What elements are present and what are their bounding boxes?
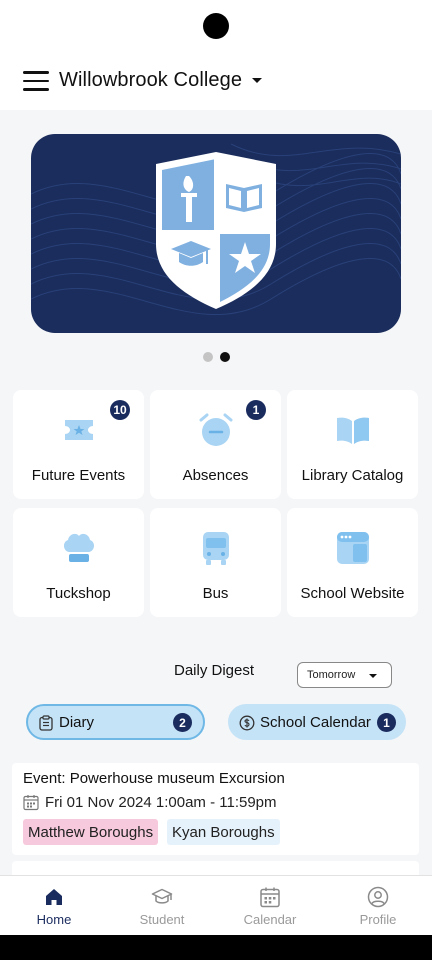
school-crest-image [31,143,401,316]
tile-bus[interactable]: Bus [150,508,281,617]
tile-label: Tuckshop [46,585,111,602]
tile-label: Absences [182,467,249,484]
nav-student[interactable]: Student [108,876,216,936]
tile-future-events[interactable]: 10 Future Events [13,390,144,499]
clipboard-icon [39,715,53,731]
tile-school-website[interactable]: School Website [287,508,418,617]
diary-label: Diary [59,714,95,731]
event-card[interactable]: Event: Powerhouse museum Excursion Fri 0… [12,763,419,855]
school-name: Willowbrook College [59,69,243,91]
tile-library-catalog[interactable]: Library Catalog [287,390,418,499]
student-tag[interactable]: Kyan Boroughs [167,819,280,845]
ticket-icon [64,420,93,440]
camera-cutout [203,13,229,39]
day-select[interactable]: Tomorrow [297,662,392,688]
events-count-badge: 10 [110,400,130,420]
hamburger-icon[interactable] [23,71,49,91]
chef-hat-icon [63,533,94,562]
app-header: Willowbrook College [0,54,432,110]
diary-count-badge: 2 [173,713,192,732]
browser-window-icon [336,532,369,564]
graduation-cap-icon [151,888,173,904]
school-calendar-label: School Calendar [260,714,371,731]
school-calendar-filter-button[interactable]: School Calendar 1 [228,704,406,740]
caret-down-icon [252,78,263,83]
school-selector[interactable]: Willowbrook College [59,69,263,92]
carousel-indicator [0,352,432,362]
tile-label: Bus [202,585,229,602]
book-icon [336,417,369,444]
user-circle-icon [367,886,389,908]
tile-label: Future Events [31,467,126,484]
day-select-value: Tomorrow [307,669,356,681]
absences-count-badge: 1 [246,400,266,420]
tile-absences[interactable]: 1 Absences [150,390,281,499]
bus-icon [202,532,229,565]
daily-digest-title: Daily Digest [174,662,255,679]
nav-label: Profile [359,912,397,927]
carousel-dot-2[interactable] [219,352,230,362]
caret-down-icon [369,674,377,678]
calendar-icon [260,887,280,908]
bottom-navigation: Home Student Calendar Profile [0,875,432,935]
tile-tuckshop[interactable]: Tuckshop [13,508,144,617]
nav-home[interactable]: Home [0,876,108,936]
carousel-dot-1[interactable] [202,352,213,362]
banner-carousel[interactable] [31,134,401,333]
alarm-clock-icon [199,413,232,446]
nav-label: Calendar [243,912,297,927]
nav-label: Home [36,912,72,927]
nav-calendar[interactable]: Calendar [216,876,324,936]
home-icon [46,889,62,905]
nav-profile[interactable]: Profile [324,876,432,936]
dollar-circle-icon [239,715,255,731]
calendar-count-badge: 1 [377,713,396,732]
calendar-icon [23,795,39,811]
system-navigation-bar [0,935,432,960]
student-tag[interactable]: Matthew Boroughs [23,819,159,845]
event-datetime: Fri 01 Nov 2024 1:00am - 11:59pm [45,794,277,811]
event-title: Event: Powerhouse museum Excursion [23,770,285,787]
status-area [0,0,432,54]
nav-label: Student [139,912,185,927]
tile-label: School Website [300,585,405,602]
tile-label: Library Catalog [301,467,404,484]
diary-filter-button[interactable]: Diary 2 [26,704,205,740]
